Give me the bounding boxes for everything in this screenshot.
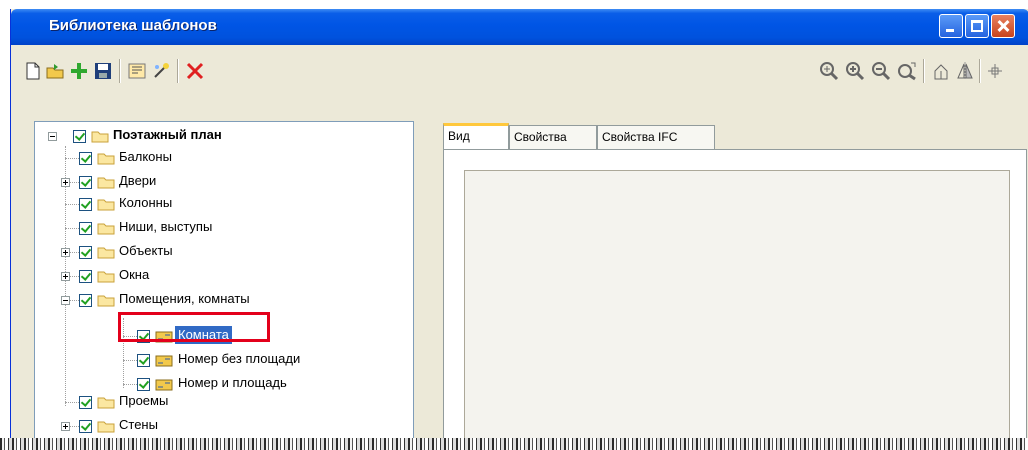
open-icon[interactable] bbox=[45, 61, 65, 81]
tree-label: Номер и площадь bbox=[178, 375, 287, 390]
checkbox[interactable] bbox=[137, 378, 150, 391]
checkbox[interactable] bbox=[79, 246, 92, 259]
maximize-button[interactable] bbox=[965, 14, 989, 38]
highlight-box bbox=[118, 312, 270, 342]
tree-node[interactable]: Ниши, выступы bbox=[35, 218, 335, 240]
template-library-window: Библиотека шаблонов Поэтажный план Балко… bbox=[10, 9, 1028, 450]
minimize-button[interactable] bbox=[939, 14, 963, 38]
checkbox[interactable] bbox=[79, 396, 92, 409]
tree-label: Стены bbox=[119, 417, 158, 432]
checkbox[interactable] bbox=[137, 354, 150, 367]
tree-node[interactable]: Балконы bbox=[35, 148, 335, 170]
template-tree[interactable]: Поэтажный план Балконы Двери Колонны Ниш… bbox=[34, 121, 414, 450]
checkbox[interactable] bbox=[79, 198, 92, 211]
tree-label: Балконы bbox=[119, 149, 172, 164]
tree-node[interactable]: Объекты bbox=[35, 242, 335, 264]
collapse-icon[interactable] bbox=[61, 296, 70, 305]
title-bar[interactable]: Библиотека шаблонов bbox=[11, 9, 1028, 45]
tree-node[interactable]: Номер без площади bbox=[35, 350, 335, 372]
expand-icon[interactable] bbox=[61, 422, 70, 431]
tree-label: Колонны bbox=[119, 195, 173, 210]
folder-icon bbox=[91, 131, 109, 143]
new-icon[interactable] bbox=[23, 61, 43, 81]
tab-ifc-properties[interactable]: Свойства IFC bbox=[597, 125, 715, 149]
expand-icon[interactable] bbox=[61, 248, 70, 257]
preview-area[interactable] bbox=[464, 170, 1010, 450]
checkbox[interactable] bbox=[79, 152, 92, 165]
tree-label: Ниши, выступы bbox=[119, 219, 213, 234]
add-icon[interactable] bbox=[69, 61, 89, 81]
mirror-icon[interactable] bbox=[955, 61, 975, 81]
rotate-icon[interactable] bbox=[931, 61, 951, 81]
tree-node[interactable]: Окна bbox=[35, 266, 335, 288]
zoom-region-icon[interactable] bbox=[819, 61, 839, 81]
collapse-icon[interactable] bbox=[48, 132, 57, 141]
checkbox[interactable] bbox=[79, 176, 92, 189]
room-template-icon bbox=[155, 355, 173, 367]
tree-node[interactable]: Помещения, комнаты bbox=[35, 290, 335, 312]
folder-icon bbox=[97, 223, 115, 235]
folder-icon bbox=[97, 199, 115, 211]
checkbox[interactable] bbox=[79, 222, 92, 235]
room-template-icon bbox=[155, 379, 173, 391]
tree-node[interactable]: Стены bbox=[35, 416, 335, 438]
wand-icon[interactable] bbox=[151, 61, 171, 81]
tab-view[interactable]: Вид bbox=[443, 123, 509, 149]
folder-icon bbox=[97, 421, 115, 433]
template-icon[interactable] bbox=[127, 61, 147, 81]
tree-node[interactable]: Проемы bbox=[35, 392, 335, 414]
tree-label: Объекты bbox=[119, 243, 173, 258]
checkbox[interactable] bbox=[73, 130, 86, 143]
tab-properties[interactable]: Свойства bbox=[509, 125, 597, 149]
tree-label: Поэтажный план bbox=[113, 127, 222, 142]
crosshair-icon[interactable] bbox=[985, 61, 1005, 81]
checkbox[interactable] bbox=[79, 270, 92, 283]
folder-icon bbox=[97, 177, 115, 189]
zoom-out-icon[interactable] bbox=[871, 61, 891, 81]
tree-label: Двери bbox=[119, 173, 157, 188]
folder-icon bbox=[97, 153, 115, 165]
tree-node-root[interactable]: Поэтажный план bbox=[35, 124, 335, 146]
toolbar bbox=[11, 45, 1028, 91]
expand-icon[interactable] bbox=[61, 272, 70, 281]
save-icon[interactable] bbox=[93, 61, 113, 81]
folder-icon bbox=[97, 271, 115, 283]
window-title: Библиотека шаблонов bbox=[49, 17, 217, 34]
tree-label: Номер без площади bbox=[178, 351, 301, 366]
delete-icon[interactable] bbox=[185, 61, 205, 81]
tree-label: Окна bbox=[119, 267, 150, 282]
close-button[interactable] bbox=[991, 14, 1015, 38]
bottom-edge bbox=[0, 438, 1028, 450]
tree-label: Помещения, комнаты bbox=[119, 291, 250, 306]
checkbox[interactable] bbox=[79, 294, 92, 307]
zoom-extents-icon[interactable] bbox=[897, 61, 917, 81]
folder-icon bbox=[97, 397, 115, 409]
tab-content bbox=[443, 149, 1027, 450]
checkbox[interactable] bbox=[79, 420, 92, 433]
tree-node[interactable]: Колонны bbox=[35, 194, 335, 216]
folder-icon bbox=[97, 295, 115, 307]
tree-node[interactable]: Двери bbox=[35, 172, 335, 194]
zoom-in-icon[interactable] bbox=[845, 61, 865, 81]
tree-label: Проемы bbox=[119, 393, 169, 408]
expand-icon[interactable] bbox=[61, 178, 70, 187]
folder-icon bbox=[97, 247, 115, 259]
